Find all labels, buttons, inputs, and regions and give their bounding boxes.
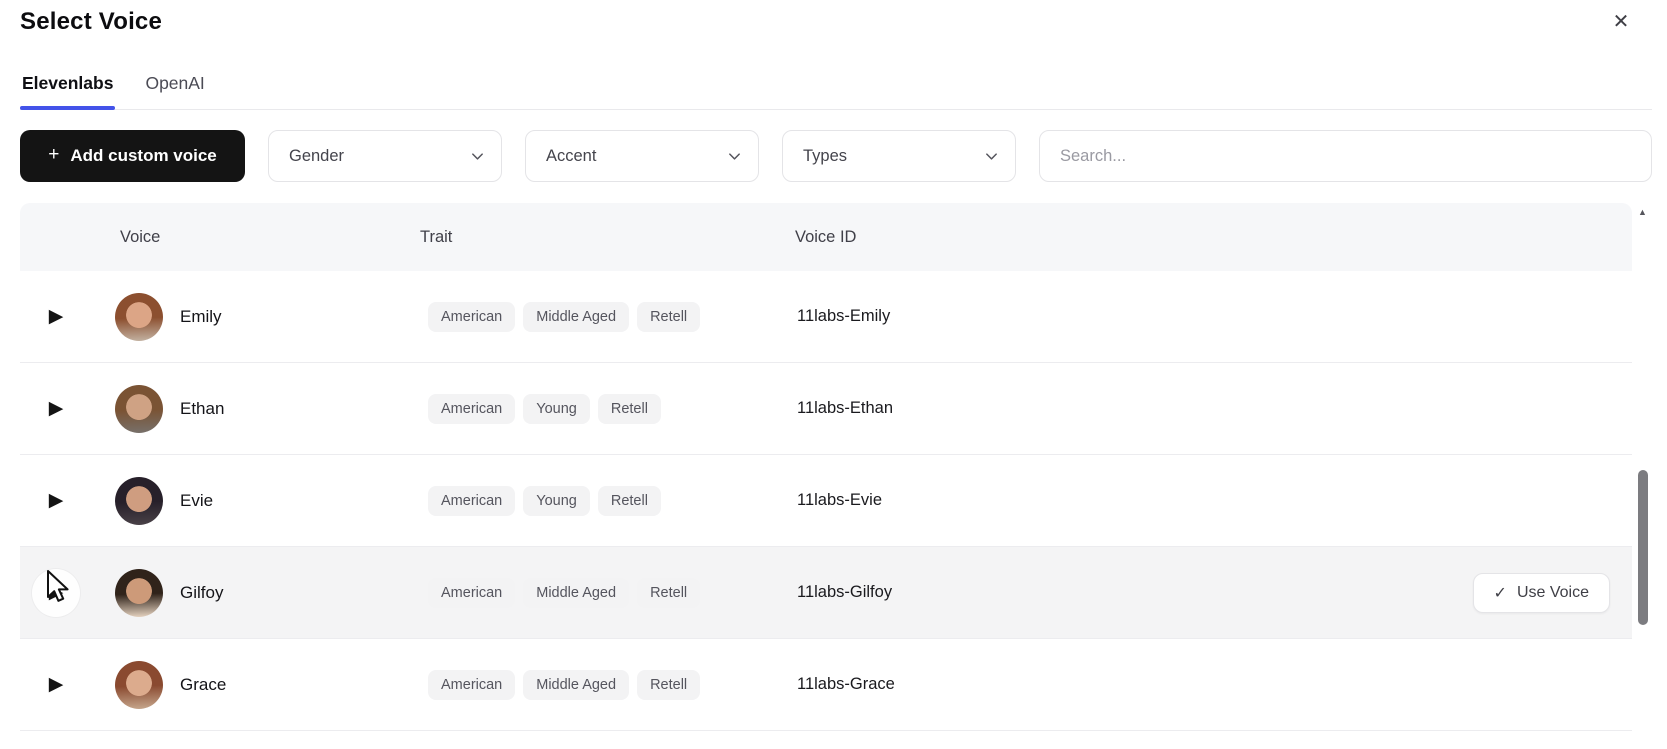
scrollbar-thumb[interactable]: [1638, 470, 1648, 625]
gender-filter-label: Gender: [289, 147, 344, 166]
avatar: [115, 569, 163, 617]
filter-toolbar: + Add custom voice Gender Accent Types: [20, 130, 1652, 182]
column-header-voice: Voice: [115, 228, 420, 247]
avatar: [115, 661, 163, 709]
avatar: [115, 293, 163, 341]
play-button[interactable]: ▶: [32, 293, 80, 341]
table-row[interactable]: ▶ Emily American Middle Aged Retell 11labs…: [20, 271, 1632, 363]
avatar: [115, 385, 163, 433]
add-custom-voice-label: Add custom voice: [70, 146, 216, 166]
trait-tag: Retell: [637, 578, 700, 608]
trait-tag: Retell: [637, 302, 700, 332]
chevron-down-icon: [727, 149, 742, 164]
trait-tag: American: [428, 486, 515, 516]
play-icon: ▶: [49, 491, 64, 510]
play-cell: ▶: [20, 569, 115, 617]
trait-tag: Retell: [637, 670, 700, 700]
trait-tag: Young: [523, 394, 590, 424]
table-header-row: Voice Trait Voice ID: [20, 203, 1632, 271]
voice-name: Emily: [180, 307, 222, 327]
accent-filter-label: Accent: [546, 147, 596, 166]
voice-id: 11labs-Grace: [795, 675, 1632, 694]
close-icon: ✕: [1613, 9, 1630, 34]
chevron-down-icon: [470, 149, 485, 164]
close-button[interactable]: ✕: [1608, 8, 1634, 34]
search-input[interactable]: [1039, 130, 1652, 182]
trait-tags: American Young Retell: [420, 394, 795, 424]
scroll-up-icon: ▲: [1638, 207, 1647, 217]
trait-tag: American: [428, 394, 515, 424]
play-cell: ▶: [20, 477, 115, 525]
avatar: [115, 477, 163, 525]
page-title: Select Voice: [20, 8, 1652, 36]
voice-cell: Ethan: [115, 385, 420, 433]
voice-name: Ethan: [180, 399, 224, 419]
types-filter-dropdown[interactable]: Types: [782, 130, 1016, 182]
check-icon: ✓: [1494, 583, 1507, 603]
voice-cell: Gilfoy: [115, 569, 420, 617]
voice-id: 11labs-Emily: [795, 307, 1632, 326]
use-voice-label: Use Voice: [1517, 584, 1589, 602]
voice-table: Voice Trait Voice ID ▶ Emily American Mid…: [20, 203, 1632, 749]
chevron-down-icon: [984, 149, 999, 164]
gender-filter-dropdown[interactable]: Gender: [268, 130, 502, 182]
column-header-voice-id: Voice ID: [795, 228, 1632, 247]
table-row[interactable]: ▶ Ethan American Young Retell 11labs-Ethan: [20, 363, 1632, 455]
trait-tag: Middle Aged: [523, 302, 629, 332]
voice-id: 11labs-Evie: [795, 491, 1632, 510]
voice-table-body: ▶ Emily American Middle Aged Retell 11labs…: [20, 271, 1632, 731]
trait-tags: American Middle Aged Retell: [420, 578, 795, 608]
play-icon: ▶: [49, 583, 64, 602]
trait-tag: Retell: [598, 486, 661, 516]
trait-tags: American Young Retell: [420, 486, 795, 516]
tab-openai[interactable]: OpenAI: [143, 59, 206, 108]
tab-openai-label: OpenAI: [145, 73, 204, 93]
voice-cell: Emily: [115, 293, 420, 341]
trait-tag: American: [428, 578, 515, 608]
trait-tag: Young: [523, 486, 590, 516]
play-icon: ▶: [49, 307, 64, 326]
trait-tags: American Middle Aged Retell: [420, 302, 795, 332]
play-button[interactable]: ▶: [32, 385, 80, 433]
plus-icon: +: [48, 144, 59, 166]
tab-bar: Elevenlabs OpenAI: [20, 58, 1652, 110]
trait-tag: Retell: [598, 394, 661, 424]
tab-elevenlabs[interactable]: Elevenlabs: [20, 59, 115, 108]
column-header-trait: Trait: [420, 228, 795, 247]
play-button[interactable]: ▶: [32, 477, 80, 525]
voice-cell: Grace: [115, 661, 420, 709]
voice-cell: Evie: [115, 477, 420, 525]
trait-tag: Middle Aged: [523, 670, 629, 700]
voice-id: 11labs-Ethan: [795, 399, 1632, 418]
tab-elevenlabs-label: Elevenlabs: [22, 73, 113, 93]
table-row[interactable]: ▶ Evie American Young Retell 11labs-Evie: [20, 455, 1632, 547]
scrollbar[interactable]: ▲: [1637, 203, 1649, 749]
trait-tag: American: [428, 302, 515, 332]
play-icon: ▶: [49, 675, 64, 694]
trait-tags: American Middle Aged Retell: [420, 670, 795, 700]
types-filter-label: Types: [803, 147, 847, 166]
use-voice-button[interactable]: ✓ Use Voice: [1473, 573, 1610, 613]
add-custom-voice-button[interactable]: + Add custom voice: [20, 130, 245, 182]
trait-tag: Middle Aged: [523, 578, 629, 608]
active-tab-underline: [20, 106, 115, 110]
table-row[interactable]: ▶ Gilfoy AmericanMiddle AgedRetell 11lab…: [20, 547, 1632, 639]
play-icon: ▶: [49, 399, 64, 418]
voice-name: Evie: [180, 491, 213, 511]
play-cell: ▶: [20, 385, 115, 433]
accent-filter-dropdown[interactable]: Accent: [525, 130, 759, 182]
select-voice-dialog: Select Voice ✕ Elevenlabs OpenAI + Add c…: [0, 0, 1667, 749]
play-cell: ▶: [20, 661, 115, 709]
play-button[interactable]: ▶: [32, 569, 80, 617]
voice-name: Gilfoy: [180, 583, 223, 603]
table-row[interactable]: ▶ Grace American Middle Aged Retell 11labs…: [20, 639, 1632, 731]
voice-name: Grace: [180, 675, 226, 695]
dialog-header: Select Voice ✕: [20, 8, 1652, 48]
play-cell: ▶: [20, 293, 115, 341]
play-button[interactable]: ▶: [32, 661, 80, 709]
trait-tag: American: [428, 670, 515, 700]
